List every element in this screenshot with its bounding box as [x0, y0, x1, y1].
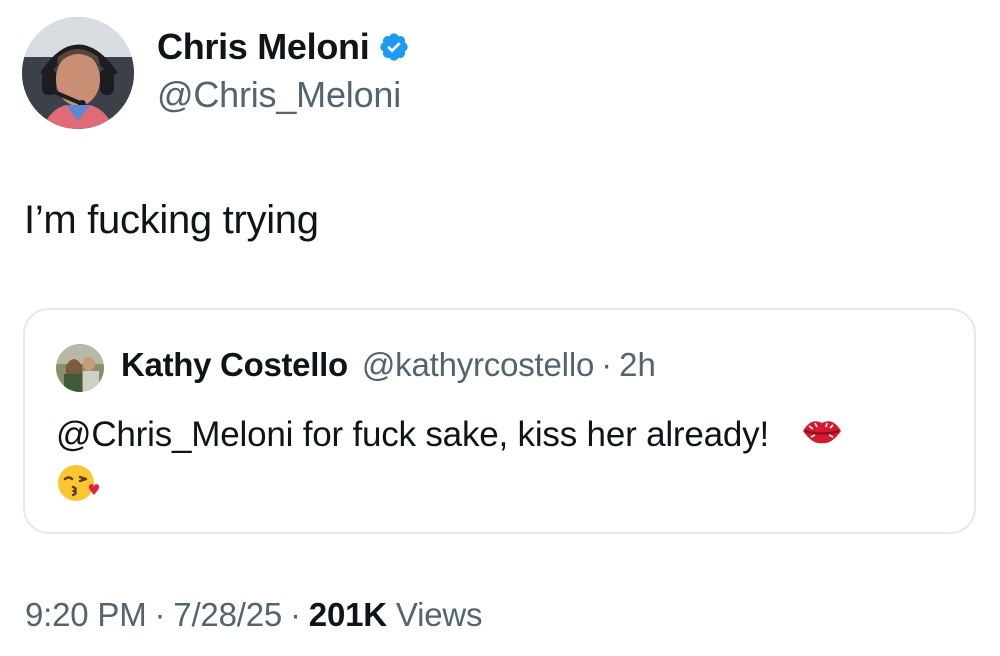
quoted-timestamp[interactable]: 2h	[619, 346, 656, 384]
quoted-header: Kathy Costello @kathyrcostello · 2h	[121, 346, 656, 384]
tweet-time[interactable]: 9:20 PM	[25, 596, 147, 633]
quoted-display-name[interactable]: Kathy Costello	[121, 346, 348, 384]
verified-badge-icon	[378, 31, 410, 63]
lips-emoji-icon	[801, 412, 843, 462]
meta-separator: ·	[154, 596, 166, 633]
quoted-handle[interactable]: @kathyrcostello	[362, 346, 594, 384]
views-count: 201K	[308, 596, 387, 633]
author-avatar[interactable]	[22, 17, 134, 129]
tweet-text: I’m fucking trying	[24, 198, 319, 242]
meta-separator: ·	[290, 596, 301, 633]
avatar-image	[22, 17, 134, 129]
quoted-separator: ·	[601, 346, 613, 383]
tweet: Chris Meloni @Chris_Meloni I’m fucking t…	[0, 0, 1000, 656]
tweet-metadata: 9:20 PM · 7/28/25 · 201K Views	[25, 596, 482, 634]
author-display-name[interactable]: Chris Meloni	[157, 26, 370, 68]
display-name-row: Chris Meloni	[157, 24, 410, 70]
views-label: Views	[395, 596, 483, 633]
quoted-tweet-card[interactable]: Kathy Costello @kathyrcostello · 2h @Chr…	[23, 308, 976, 534]
quoted-text-content: @Chris_Meloni for fuck sake, kiss her al…	[56, 415, 769, 454]
face-blowing-kiss-emoji-icon	[56, 462, 100, 518]
author-block: Chris Meloni @Chris_Meloni	[157, 24, 410, 116]
quoted-tweet-text: @Chris_Meloni for fuck sake, kiss her al…	[56, 410, 956, 518]
quoted-avatar-image	[56, 344, 104, 392]
tweet-date[interactable]: 7/28/25	[173, 596, 282, 633]
quoted-author-avatar[interactable]	[56, 344, 104, 392]
author-handle[interactable]: @Chris_Meloni	[157, 74, 410, 116]
